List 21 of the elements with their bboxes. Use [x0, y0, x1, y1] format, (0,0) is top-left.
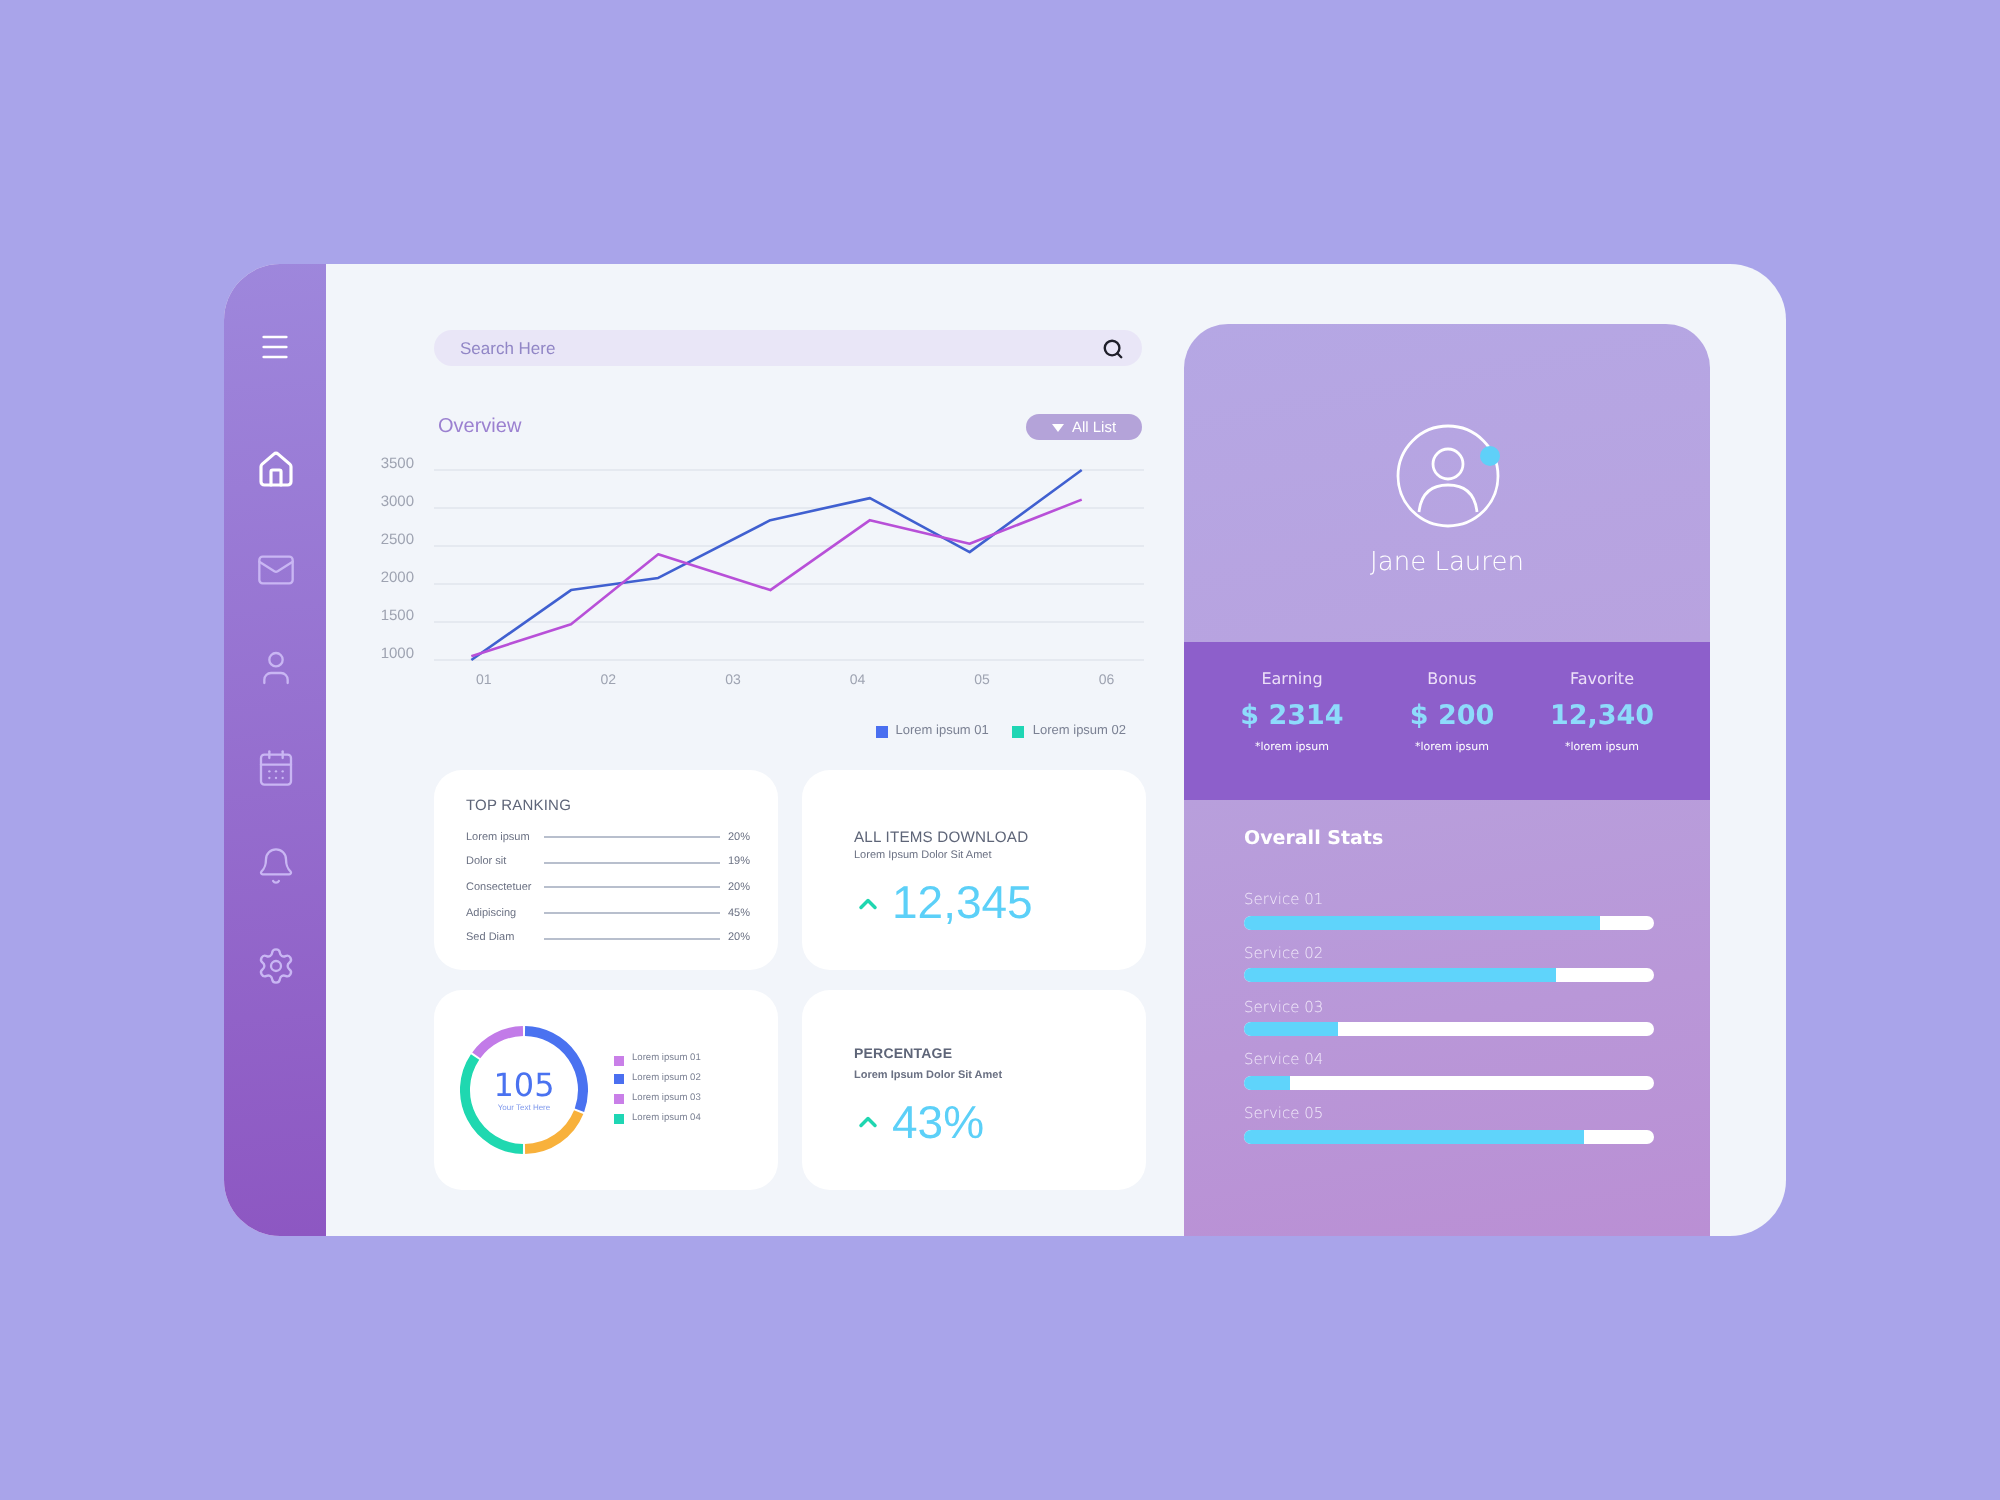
stat-value: $ 200 — [1409, 698, 1495, 734]
home-icon[interactable] — [255, 450, 295, 490]
bell-icon[interactable] — [255, 846, 295, 887]
stat-label: Bonus — [1427, 668, 1477, 690]
stat-value: 12,340 — [1549, 698, 1655, 734]
chart-title: Overview — [438, 414, 522, 440]
percentage-value: 43% — [892, 1099, 985, 1146]
download-count: 12,345 — [892, 880, 1033, 927]
calendar-icon[interactable] — [255, 747, 295, 788]
user-avatar-icon — [1395, 424, 1499, 528]
stat-label: Earning — [1261, 668, 1323, 690]
stat-label: Favorite — [1570, 668, 1634, 690]
profile-name: Jane Lauren — [1370, 548, 1524, 578]
caret-down-icon — [1051, 423, 1064, 431]
menu-icon[interactable] — [258, 330, 292, 364]
section-title: Overall Stats — [1244, 828, 1386, 852]
search-field[interactable]: Search Here — [434, 330, 1142, 366]
settings-icon[interactable] — [255, 945, 295, 986]
search-icon[interactable] — [1102, 337, 1124, 359]
stat-value: $ 2314 — [1240, 698, 1344, 734]
donut-value: 105 — [493, 1065, 555, 1104]
